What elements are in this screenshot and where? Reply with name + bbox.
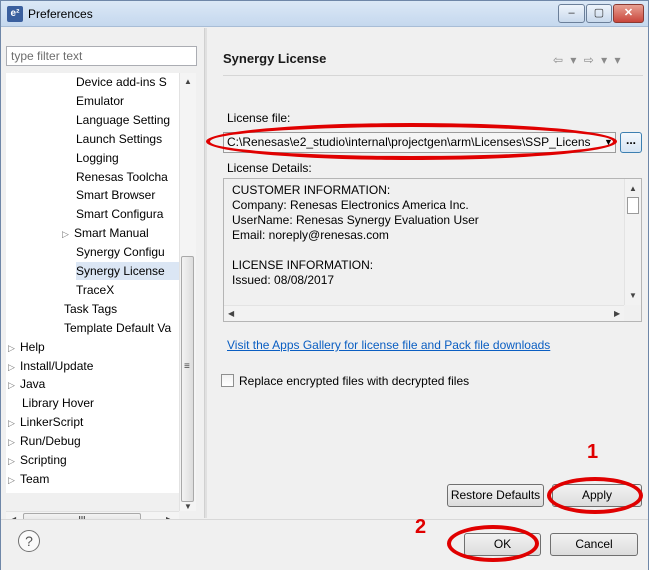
tree-item[interactable]: Task Tags (64, 300, 117, 318)
tree-item-label: Launch Settings (76, 131, 163, 146)
expand-arrow-icon[interactable]: ▷ (8, 433, 20, 451)
tree-item-label: Template Default Va (64, 320, 172, 335)
replace-encrypted-label[interactable]: Replace encrypted files with decrypted f… (239, 374, 469, 388)
navigation-arrows-icon[interactable]: ⇦ ▾ ⇨ ▾ ▾ (553, 53, 623, 67)
scroll-right-icon[interactable]: ▶ (614, 309, 620, 318)
help-icon[interactable]: ? (18, 530, 40, 552)
dialog-button-bar: ? OK Cancel (1, 519, 648, 570)
tree-item-label: Synergy License (76, 264, 165, 278)
tree-vertical-scroll-thumb[interactable] (181, 256, 194, 502)
tree-item[interactable]: ▷Tracing (8, 489, 60, 493)
header-separator (223, 75, 643, 76)
tree-item[interactable]: Synergy Configu (76, 243, 165, 261)
details-scroll-thumb[interactable] (627, 197, 639, 214)
tree-item[interactable]: ▷ Smart Manual (62, 224, 149, 242)
filter-input[interactable]: type filter text (6, 46, 197, 66)
browse-button[interactable]: ... (620, 132, 642, 153)
expand-arrow-icon[interactable]: ▷ (8, 452, 20, 470)
tree-item-label: Scripting (20, 453, 67, 467)
tree-item[interactable]: ▷ Java (8, 375, 45, 393)
cancel-button[interactable]: Cancel (550, 533, 638, 556)
scroll-up-icon[interactable]: ▲ (184, 77, 192, 86)
scroll-down-icon[interactable]: ▼ (629, 291, 637, 300)
preferences-sidebar: type filter text Device add-ins S Emulato… (1, 28, 204, 528)
tree-item[interactable]: Renesas Toolcha (76, 168, 168, 186)
apply-highlight (547, 477, 643, 514)
tree-item[interactable]: Library Hover (22, 394, 94, 412)
ok-highlight (447, 525, 539, 562)
tree-item-label: Tracing (20, 491, 60, 493)
tree-item-label: Language Setting (76, 112, 171, 127)
details-horizontal-scrollbar[interactable] (224, 305, 624, 321)
page-title: Synergy License (223, 51, 327, 66)
maximize-button[interactable]: ▢ (586, 4, 612, 23)
preferences-tree: Device add-ins S Emulator Language Setting… (6, 73, 179, 493)
expand-arrow-icon[interactable]: ▷ (62, 225, 74, 243)
license-details-label: License Details: (227, 161, 312, 175)
expand-arrow-icon[interactable]: ▷ (8, 358, 20, 376)
step-2-marker: 2 (415, 516, 427, 538)
scroll-left-icon[interactable]: ◀ (228, 309, 234, 318)
tree-item-label: Task Tags (64, 301, 118, 316)
tree-item[interactable]: ▷ Scripting (8, 451, 67, 469)
title-bar[interactable]: e² Preferences – ▢ ✕ (1, 1, 648, 27)
tree-item-label: Run/Debug (20, 434, 81, 449)
apps-gallery-link[interactable]: Visit the Apps Gallery for license file … (227, 338, 550, 352)
tree-item-label: Renesas Toolcha (76, 169, 168, 184)
tree-item[interactable]: Smart Browser (76, 186, 155, 204)
tree-item[interactable]: Template Default Va (64, 319, 171, 337)
scroll-grip-icon: ≡ (184, 361, 190, 372)
tree-item[interactable]: ▷ Run/Debug (8, 432, 81, 450)
minimize-button[interactable]: – (558, 4, 585, 23)
expand-arrow-icon[interactable]: ▷ (8, 414, 20, 432)
preferences-window: e² Preferences – ▢ ✕ type filter text De… (0, 0, 649, 570)
scroll-up-icon[interactable]: ▲ (629, 184, 637, 193)
license-file-label: License file: (227, 111, 291, 125)
step-1-marker: 1 (587, 441, 599, 463)
tree-item[interactable]: ▷ LinkerScript (8, 413, 83, 431)
e2-studio-icon: e² (7, 6, 23, 22)
license-details-text: CUSTOMER INFORMATION: Company: Renesas E… (232, 183, 479, 287)
tree-item-label: Library Hover (22, 396, 95, 411)
tree-item-label: Install/Update (20, 358, 94, 373)
tree-item[interactable]: ▷ Help (8, 338, 45, 356)
tree-item-label: Device add-ins S (76, 75, 167, 89)
tree-item[interactable]: Emulator (76, 92, 124, 110)
tree-item-label: Emulator (76, 93, 125, 108)
tree-item[interactable]: Synergy License (76, 262, 179, 280)
tree-item-label: Team (20, 471, 50, 486)
tree-item[interactable]: Logging (76, 149, 119, 167)
tree-item[interactable]: Language Setting (76, 111, 170, 129)
tree-item[interactable]: Smart Configura (76, 205, 163, 223)
tree-item[interactable]: ▷ Install/Update (8, 357, 93, 375)
preference-page: Synergy License ⇦ ▾ ⇨ ▾ ▾ License file: … (207, 28, 648, 518)
tree-item-label: Smart Configura (76, 207, 164, 222)
tree-item-label: Smart Manual (74, 226, 149, 241)
scroll-down-icon[interactable]: ▼ (184, 502, 192, 511)
replace-encrypted-checkbox[interactable] (221, 374, 234, 387)
tree-item[interactable]: Launch Settings (76, 130, 162, 148)
expand-arrow-icon[interactable]: ▷ (8, 490, 20, 493)
tree-item-label: Synergy Configu (76, 245, 165, 260)
restore-defaults-button[interactable]: Restore Defaults (447, 484, 544, 507)
tree-item[interactable]: TraceX (76, 281, 114, 299)
license-details-textarea[interactable]: CUSTOMER INFORMATION: Company: Renesas E… (223, 178, 642, 322)
tree-item-label: TraceX (76, 282, 115, 297)
tree-item-label: Smart Browser (76, 188, 156, 203)
tree-item-label: Logging (76, 150, 119, 165)
close-button[interactable]: ✕ (613, 4, 644, 23)
tree-item[interactable]: ▷ Team (8, 470, 49, 488)
expand-arrow-icon[interactable]: ▷ (8, 471, 20, 489)
expand-arrow-icon[interactable]: ▷ (8, 376, 20, 394)
tree-item-label: Java (20, 377, 46, 392)
expand-arrow-icon[interactable]: ▷ (8, 339, 20, 357)
window-title: Preferences (28, 7, 93, 21)
tree-item-label: Help (20, 339, 45, 354)
tree-item[interactable]: Device add-ins S (76, 73, 167, 91)
tree-item-label: LinkerScript (20, 415, 84, 430)
license-file-highlight (206, 123, 617, 160)
